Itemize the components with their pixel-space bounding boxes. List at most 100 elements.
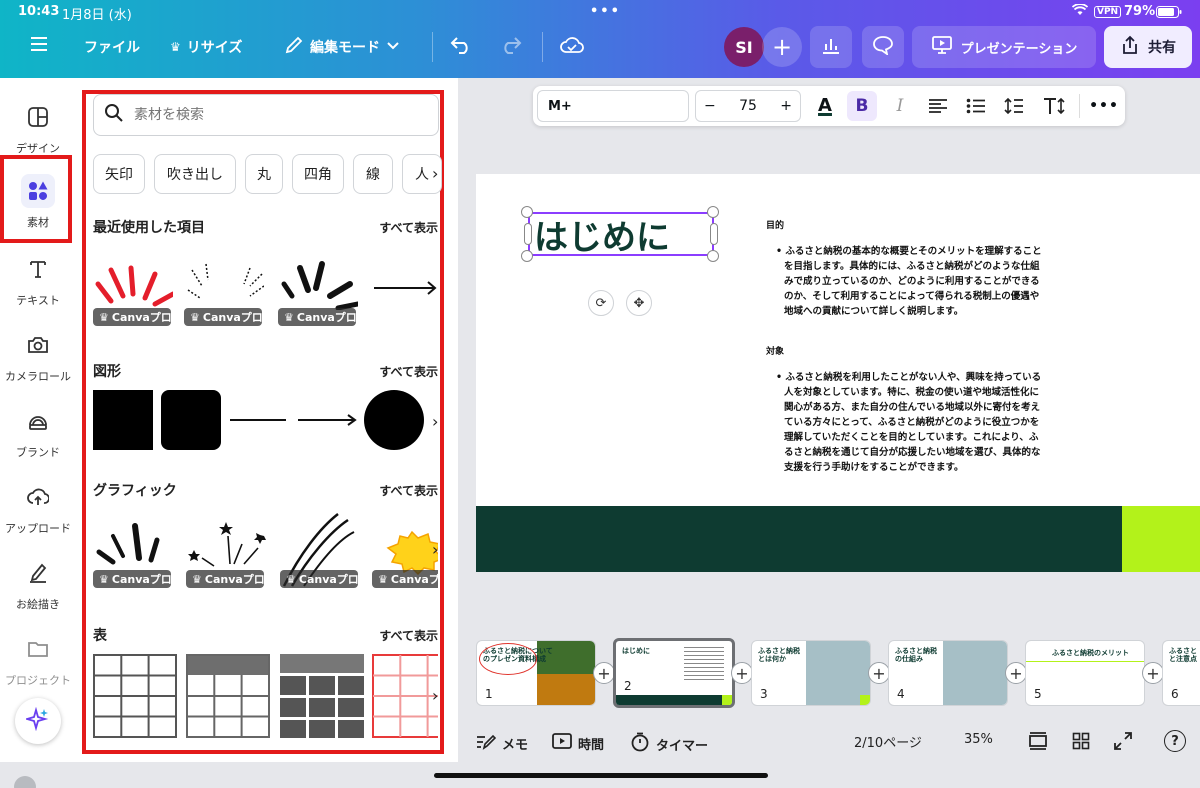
multitask-dots-icon[interactable]: ••• <box>590 4 621 19</box>
add-page-icon[interactable]: + <box>593 662 615 684</box>
chip-circle[interactable]: 丸 <box>245 154 283 194</box>
text-color-button[interactable]: A <box>810 91 840 121</box>
help-icon[interactable]: ? <box>1164 730 1186 752</box>
add-page-icon[interactable]: + <box>731 662 753 684</box>
shape-arrow[interactable] <box>296 390 358 450</box>
page-thumbnail[interactable]: ふるさと納税について のプレゼン資料構成 1 <box>476 640 596 706</box>
page-thumbnail-selected[interactable]: はじめに 2 <box>613 638 735 708</box>
font-size-value[interactable]: 75 <box>739 98 757 114</box>
add-page-icon[interactable]: + <box>868 662 890 684</box>
file-menu[interactable]: ファイル <box>84 37 140 57</box>
recent-item-arrow[interactable] <box>372 246 438 326</box>
text-size-auto-icon[interactable] <box>1039 91 1069 121</box>
add-page-icon[interactable]: + <box>1005 662 1027 684</box>
edit-mode-dropdown[interactable]: 編集モード <box>284 35 400 59</box>
see-all-link[interactable]: すべて表示 <box>379 363 438 380</box>
graphic-yellow-burst[interactable]: ♛Canvaプロ <box>372 508 438 588</box>
page-thumbnail[interactable]: ふるさと と注意点 6 <box>1162 640 1200 706</box>
rail-item-draw[interactable]: お絵描き <box>0 556 76 612</box>
rail-item-upload[interactable]: アップロード <box>0 480 76 536</box>
add-page-icon[interactable]: + <box>1142 662 1164 684</box>
redo-icon[interactable] <box>500 36 522 54</box>
undo-icon[interactable] <box>450 36 472 54</box>
notes-button[interactable]: メモ <box>476 732 528 754</box>
recent-item-red-burst[interactable]: ♛ Canvaプロ <box>93 246 176 326</box>
see-all-link[interactable]: すべて表示 <box>379 219 438 236</box>
rail-item-projects[interactable]: プロジェクト <box>0 632 76 688</box>
graphic-stars-burst[interactable]: ♛ Canvaプロ <box>186 508 266 588</box>
italic-button[interactable]: I <box>885 91 915 121</box>
chevron-right-icon[interactable]: › <box>432 686 438 705</box>
see-all-link[interactable]: すべて表示 <box>379 627 438 644</box>
align-left-icon[interactable] <box>923 91 953 121</box>
page-thumbnail[interactable]: ふるさと納税 の仕組み 4 <box>888 640 1008 706</box>
rotate-icon[interactable]: ⟳ <box>588 290 614 316</box>
move-icon[interactable]: ✥ <box>626 290 652 316</box>
comment-button[interactable] <box>862 26 904 68</box>
recent-item-black-burst[interactable]: ♛ Canvaプロ <box>278 246 361 326</box>
chip-square[interactable]: 四角 <box>292 154 344 194</box>
shape-square[interactable] <box>93 390 153 450</box>
chevron-right-icon[interactable]: › <box>432 540 438 559</box>
share-button[interactable]: 共有 <box>1104 26 1192 68</box>
table-header[interactable] <box>186 654 270 738</box>
minus-icon[interactable]: − <box>704 98 716 114</box>
search-input[interactable] <box>134 107 414 123</box>
zoom-level[interactable]: 35% <box>964 732 993 747</box>
shape-circle[interactable] <box>364 390 426 450</box>
insights-button[interactable] <box>810 26 852 68</box>
rail-item-brand[interactable]: ブランド <box>0 404 76 460</box>
page-thumbnail[interactable]: ふるさと納税のメリット 5 <box>1025 640 1145 706</box>
rail-item-text[interactable]: テキスト <box>0 252 76 308</box>
page-thumbnail[interactable]: ふるさと納税 とは何か 3 <box>751 640 871 706</box>
avatar[interactable]: SI <box>724 27 764 67</box>
resize-handle[interactable] <box>524 223 532 245</box>
resize-handle[interactable] <box>521 206 533 218</box>
slide-heading[interactable]: はじめに <box>528 212 714 258</box>
rail-item-design[interactable]: デザイン <box>0 100 76 156</box>
resize-handle[interactable] <box>707 206 719 218</box>
line-spacing-icon[interactable] <box>999 91 1029 121</box>
graphic-swoosh-lines[interactable]: ♛ Canvaプロ <box>280 508 360 588</box>
slide-canvas[interactable]: はじめに ⟳ ✥ 目的 • ふるさと納税の基本的な概要とそのメリットを理解するこ… <box>476 174 1200 572</box>
timer-button[interactable]: タイマー <box>630 732 708 756</box>
resize-handle[interactable] <box>710 223 718 245</box>
present-button[interactable]: プレゼンテーション <box>912 26 1096 68</box>
font-selector[interactable]: M+ <box>537 90 689 122</box>
add-collaborator-icon[interactable]: + <box>762 27 802 67</box>
shape-rounded-square[interactable] <box>161 390 221 450</box>
font-size-stepper[interactable]: − 75 + <box>695 90 801 122</box>
shape-line[interactable] <box>228 390 288 450</box>
graphic-black-burst[interactable]: ♛ Canvaプロ <box>93 508 173 588</box>
resize-button[interactable]: ♛ リサイズ <box>170 37 242 57</box>
table-red[interactable] <box>372 654 438 738</box>
bullet-list-icon[interactable] <box>961 91 991 121</box>
table-dark[interactable] <box>280 654 364 738</box>
chip-speech-bubble[interactable]: 吹き出し <box>154 154 236 194</box>
menu-icon[interactable] <box>30 36 48 52</box>
chip-arrow[interactable]: 矢印 <box>93 154 145 194</box>
search-box[interactable] <box>93 94 439 136</box>
table-plain[interactable] <box>93 654 177 738</box>
slide-view-icon[interactable] <box>1028 732 1048 750</box>
rail-item-camera-roll[interactable]: カメラロール <box>0 328 76 384</box>
timing-button[interactable]: 時間 <box>552 732 604 754</box>
bold-button[interactable]: B <box>847 91 877 121</box>
chevron-right-icon[interactable]: › <box>432 412 438 431</box>
rail-item-elements[interactable]: 素材 <box>0 174 76 230</box>
page-indicator[interactable]: 2/10ページ <box>854 732 922 751</box>
grid-view-icon[interactable] <box>1072 732 1090 750</box>
cloud-saved-icon[interactable] <box>560 36 584 54</box>
home-indicator[interactable] <box>434 773 768 778</box>
resize-handle[interactable] <box>521 250 533 262</box>
more-options-icon[interactable]: ••• <box>1089 91 1119 121</box>
chevron-right-icon[interactable]: › <box>432 164 438 183</box>
resize-handle[interactable] <box>707 250 719 262</box>
magic-button[interactable] <box>15 698 61 744</box>
fullscreen-icon[interactable] <box>1114 732 1132 750</box>
recent-item-burst-lines[interactable]: ♛ Canvaプロ <box>184 246 265 326</box>
chip-line[interactable]: 線 <box>353 154 393 194</box>
section-title: 最近使用した項目 <box>93 220 205 236</box>
see-all-link[interactable]: すべて表示 <box>379 482 438 499</box>
plus-icon[interactable]: + <box>780 98 792 114</box>
